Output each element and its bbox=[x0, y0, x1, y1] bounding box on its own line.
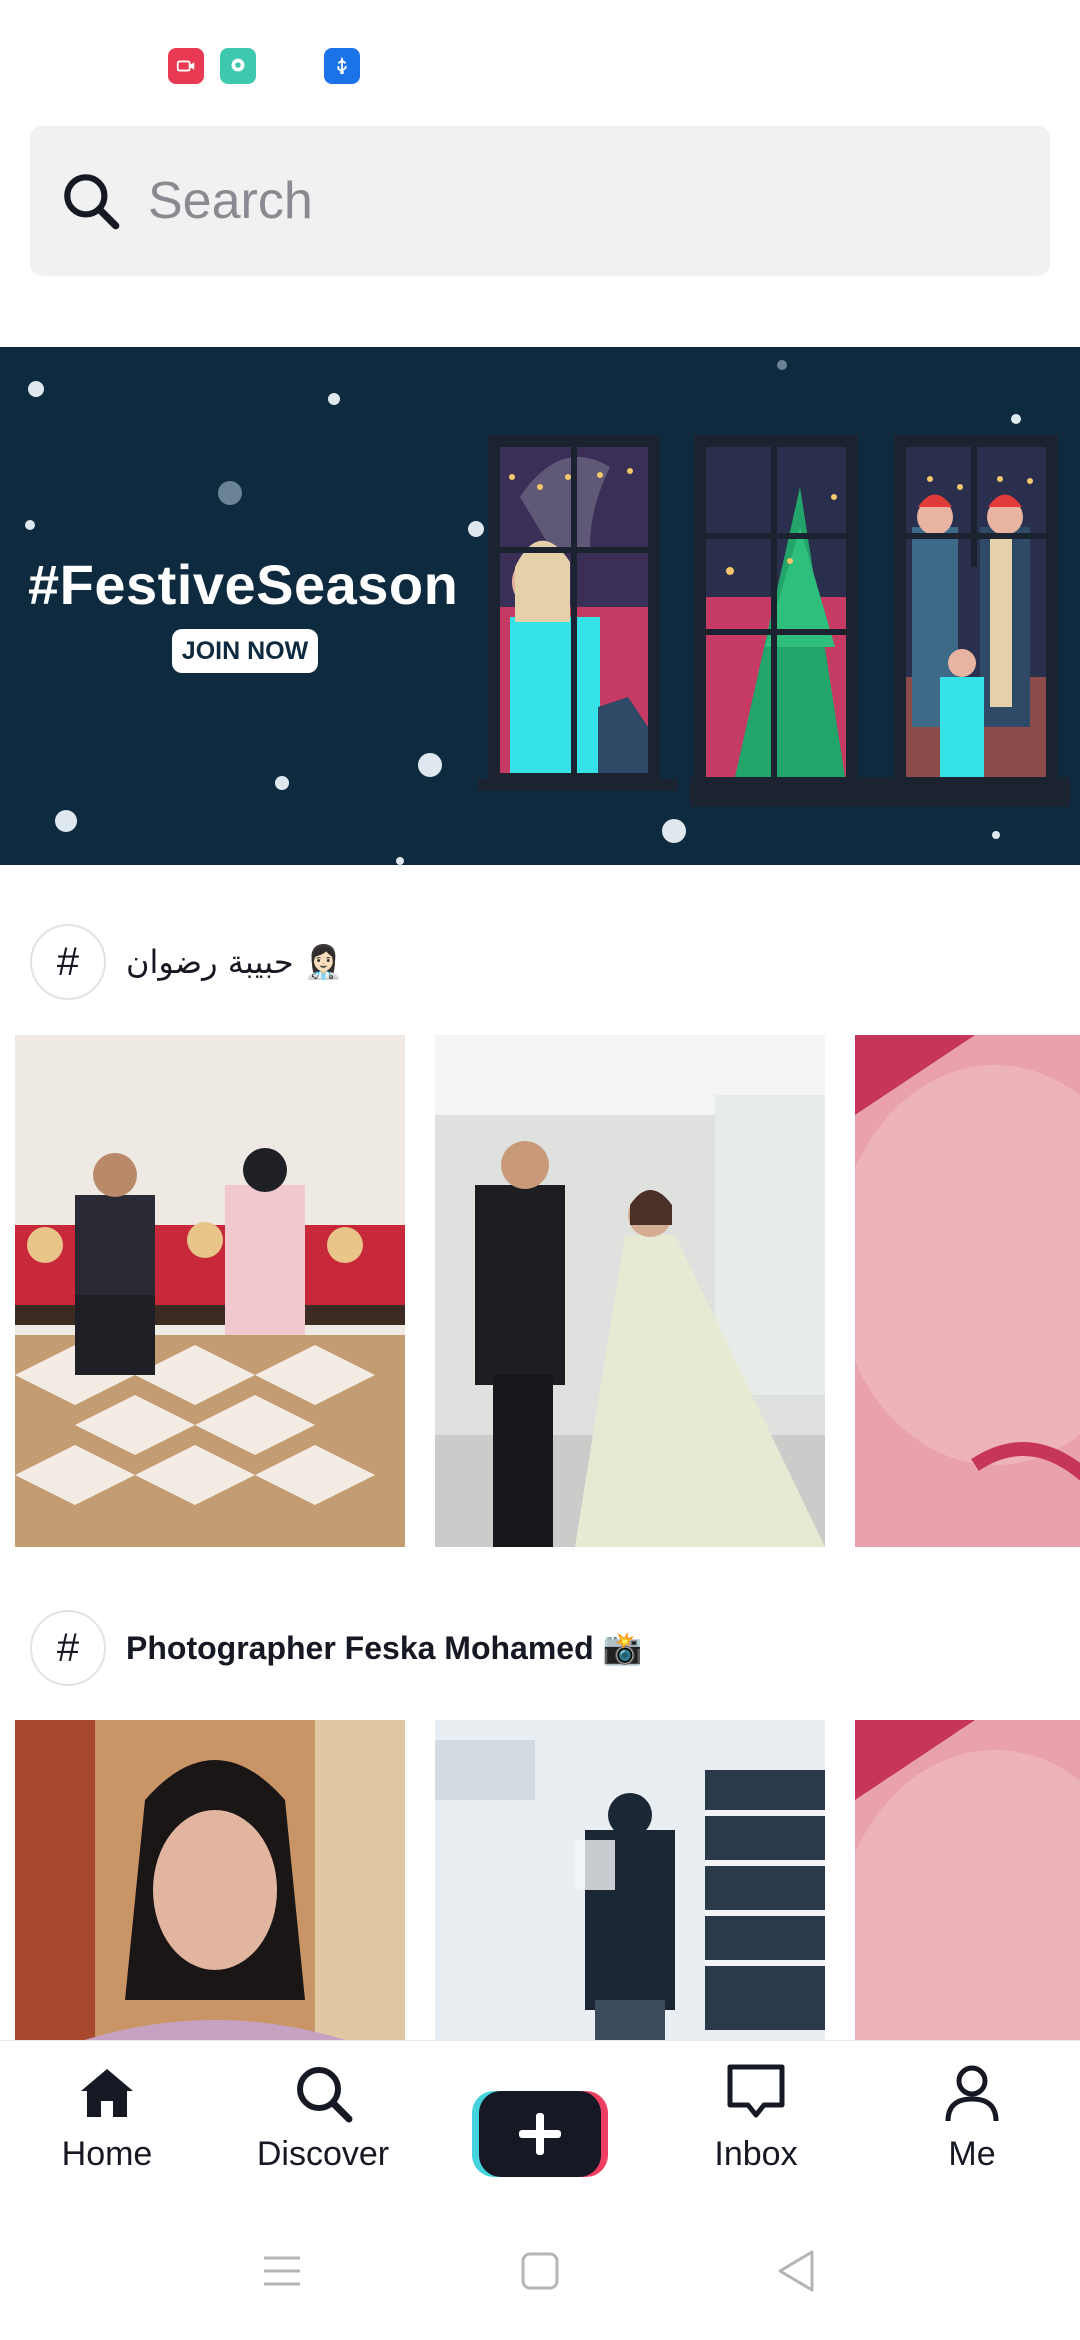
chat-bubble-icon bbox=[220, 48, 256, 84]
home-icon bbox=[81, 2069, 133, 2117]
hashtag-section-header[interactable]: # Photographer Feska Mohamed 📸 bbox=[30, 1610, 642, 1686]
video-thumbnail[interactable] bbox=[15, 1035, 405, 1547]
hashtag-section-header[interactable]: # حبيبة رضوان 👩🏻‍⚕️ bbox=[30, 924, 344, 1000]
tab-home[interactable]: Home bbox=[17, 2061, 197, 2191]
video-thumbnail[interactable] bbox=[435, 1720, 825, 2040]
hashtag-title: Photographer Feska Mohamed 📸 bbox=[126, 1630, 643, 1666]
menu-icon[interactable] bbox=[252, 2248, 312, 2294]
tab-me[interactable]: Me bbox=[882, 2061, 1062, 2191]
join-now-button[interactable]: JOIN NOW bbox=[172, 629, 318, 673]
search-bar[interactable] bbox=[30, 126, 1050, 276]
hashtag-icon: # bbox=[30, 1610, 106, 1686]
video-thumbnail[interactable] bbox=[855, 1035, 1080, 1547]
back-triangle-icon[interactable] bbox=[766, 2248, 826, 2294]
tab-inbox[interactable]: Inbox bbox=[666, 2061, 846, 2191]
tab-discover[interactable]: Discover bbox=[233, 2061, 413, 2191]
screen-record-icon bbox=[168, 48, 204, 84]
search-icon bbox=[297, 2067, 353, 2123]
home-square-icon[interactable] bbox=[510, 2248, 570, 2294]
create-video-button[interactable] bbox=[472, 2091, 608, 2177]
video-thumbnail[interactable] bbox=[435, 1035, 825, 1547]
festive-season-banner[interactable]: #FestiveSeason JOIN NOW bbox=[0, 347, 1080, 865]
tab-label: Home bbox=[61, 2135, 153, 2173]
video-row bbox=[15, 1035, 1080, 1547]
person-icon bbox=[945, 2065, 999, 2122]
bottom-tab-bar: Home Discover Inbox Me bbox=[0, 2040, 1080, 2200]
system-navigation-bar bbox=[0, 2200, 1080, 2340]
hashtag-icon: # bbox=[30, 924, 106, 1000]
search-icon bbox=[64, 174, 120, 230]
usb-icon bbox=[324, 48, 360, 84]
status-bar bbox=[0, 0, 1080, 120]
search-input[interactable] bbox=[148, 171, 1008, 231]
video-thumbnail[interactable] bbox=[15, 1720, 405, 2040]
inbox-icon bbox=[727, 2064, 785, 2118]
video-thumbnail[interactable] bbox=[855, 1720, 1080, 2040]
tab-label: Discover bbox=[256, 2135, 390, 2173]
banner-title: #FestiveSeason bbox=[28, 553, 459, 616]
video-row bbox=[15, 1720, 1080, 2040]
tab-label: Inbox bbox=[714, 2135, 798, 2173]
hashtag-title: حبيبة رضوان 👩🏻‍⚕️ bbox=[126, 943, 344, 981]
tab-label: Me bbox=[948, 2135, 996, 2173]
